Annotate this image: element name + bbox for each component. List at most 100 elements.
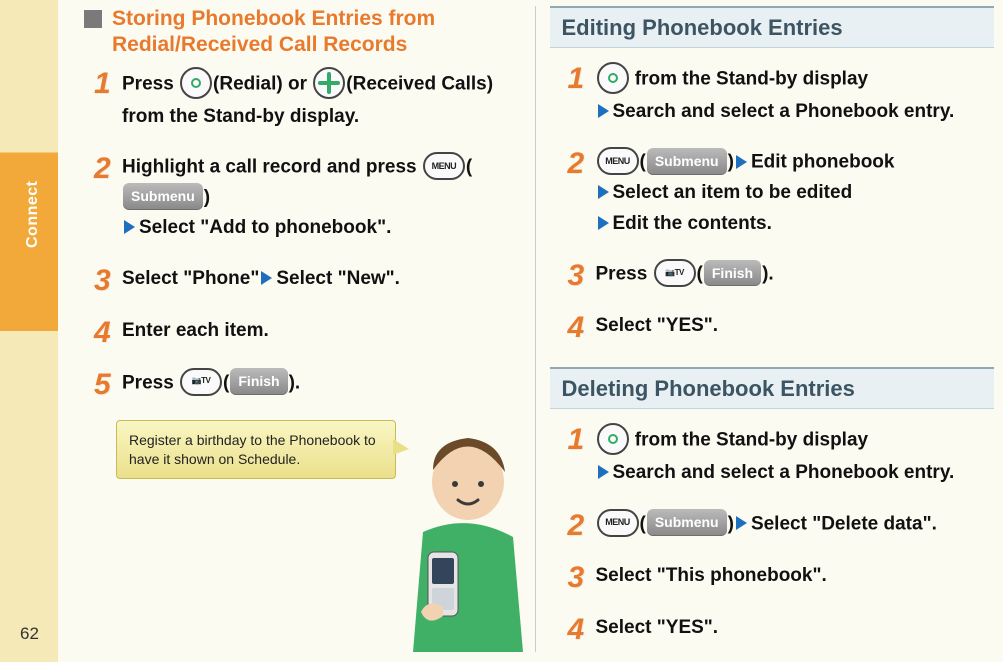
heading-line-1: Storing Phonebook Entries from [112,7,435,30]
softkey-chip: Submenu [647,148,727,174]
step: 3Press 📷TV(Finish). [568,259,995,291]
step-number: 4 [568,313,596,343]
step-text: (Redial) or [213,73,312,94]
step-text: Enter each item. [122,320,269,341]
step-body: MENU(Submenu) Edit phonebook Select an ite… [596,147,995,239]
step-number: 2 [94,154,122,184]
step-text: Select an item to be edited [613,182,853,203]
step-text: from the Stand-by display [630,69,869,90]
arrow-right-icon [736,155,747,169]
side-stripe: Connect [0,0,58,662]
step: 1Press (Redial) or (Received Calls) from… [94,67,521,132]
step-text: ( [640,513,646,534]
step: 5Press 📷TV(Finish). [94,368,521,400]
step-text: Search and select a Phonebook entry. [613,462,955,483]
step-text: Press [596,264,653,285]
arrow-right-icon [124,220,135,234]
step-text: Select "Phone" [122,268,259,289]
softkey-chip: Finish [704,260,761,286]
arrow-right-icon [598,104,609,118]
step-text: Select "YES". [596,315,719,336]
square-bullet-icon [84,10,102,28]
step: 2Highlight a call record and press MENU(… [94,152,521,244]
step-body: Select "YES". [596,311,995,341]
step-number: 2 [568,149,596,179]
step-body: Select "This phonebook". [596,561,995,591]
step-text: Select "Delete data". [751,513,937,534]
step-text: ( [640,152,646,173]
step: 3Select "Phone" Select "New". [94,264,521,296]
softkey-chip: Submenu [123,183,203,209]
arrow-right-icon [736,516,747,530]
nav-key-icon [597,62,629,94]
step-number: 2 [568,511,596,541]
step-text: Edit phonebook [751,152,895,173]
step-text: ) [728,152,734,173]
arrow-right-icon [598,465,609,479]
step-text: Edit the contents. [613,213,772,234]
step-text: ). [289,372,301,393]
step-body: Enter each item. [122,316,521,346]
step-number: 5 [94,370,122,400]
step: 4Enter each item. [94,316,521,348]
menu-key-icon: MENU [597,147,639,175]
step-body: Select "YES". [596,613,995,643]
menu-key-icon: MENU [597,509,639,537]
step-number: 1 [568,425,596,455]
step-text: Highlight a call record and press [122,156,422,177]
step: 3Select "This phonebook". [568,561,995,593]
arrow-right-icon [598,216,609,230]
camera-tv-key-icon: 📷TV [654,259,696,287]
step-number: 3 [568,563,596,593]
step-text: ( [466,156,472,177]
step-text: Press [122,372,179,393]
step-number: 3 [568,261,596,291]
step-text: ). [762,264,774,285]
camera-tv-key-icon: 📷TV [180,368,222,396]
step-number: 3 [94,266,122,296]
step-body: Press (Redial) or (Received Calls) from … [122,67,521,132]
menu-key-icon: MENU [423,152,465,180]
step-body: Press 📷TV(Finish). [596,259,995,290]
step-body: Highlight a call record and press MENU( S… [122,152,521,244]
step-body: from the Stand-by display Search and sele… [596,423,995,488]
side-tab-label: Connect [24,181,42,249]
step-text: Select "YES". [596,617,719,638]
heading-line-2: Redial/Received Call Records [112,33,407,56]
step-number: 4 [568,615,596,645]
step: 1 from the Stand-by display Search and se… [568,423,995,488]
step-text: ) [728,513,734,534]
step-body: from the Stand-by display Search and sele… [596,62,995,127]
step-text: Search and select a Phonebook entry. [613,101,955,122]
step-number: 1 [94,69,122,99]
step-number: 4 [94,318,122,348]
section-title-deleting: Deleting Phonebook Entries [550,367,995,409]
section-title-editing: Editing Phonebook Entries [550,6,995,48]
step-text: Select "New". [276,268,400,289]
four-way-key-icon [313,67,345,99]
step: 4Select "YES". [568,613,995,645]
arrow-right-icon [261,271,272,285]
step: 2MENU(Submenu) Edit phonebook Select an it… [568,147,995,239]
step-number: 1 [568,64,596,94]
tip-callout: Register a birthday to the Phonebook to … [116,420,396,480]
nav-key-icon [597,423,629,455]
step-text: Press [122,73,179,94]
step-text: ( [697,264,703,285]
step-text: from the Stand-by display [630,430,869,451]
softkey-chip: Submenu [647,509,727,535]
nav-key-icon [180,67,212,99]
softkey-chip: Finish [230,368,287,394]
step-text: Select "Add to phonebook". [139,217,391,238]
step-body: Select "Phone" Select "New". [122,264,521,294]
section-title-storing: Storing Phonebook Entries from Redial/Re… [76,6,521,59]
step-text: ) [204,187,210,208]
step-text: ( [223,372,229,393]
step: 2MENU(Submenu) Select "Delete data". [568,509,995,541]
step-body: Press 📷TV(Finish). [122,368,521,399]
tip-text: Register a birthday to the Phonebook to … [129,432,376,467]
step: 1 from the Stand-by display Search and se… [568,62,995,127]
step-text: Select "This phonebook". [596,565,827,586]
page-number: 62 [20,624,39,644]
step-body: MENU(Submenu) Select "Delete data". [596,509,995,540]
